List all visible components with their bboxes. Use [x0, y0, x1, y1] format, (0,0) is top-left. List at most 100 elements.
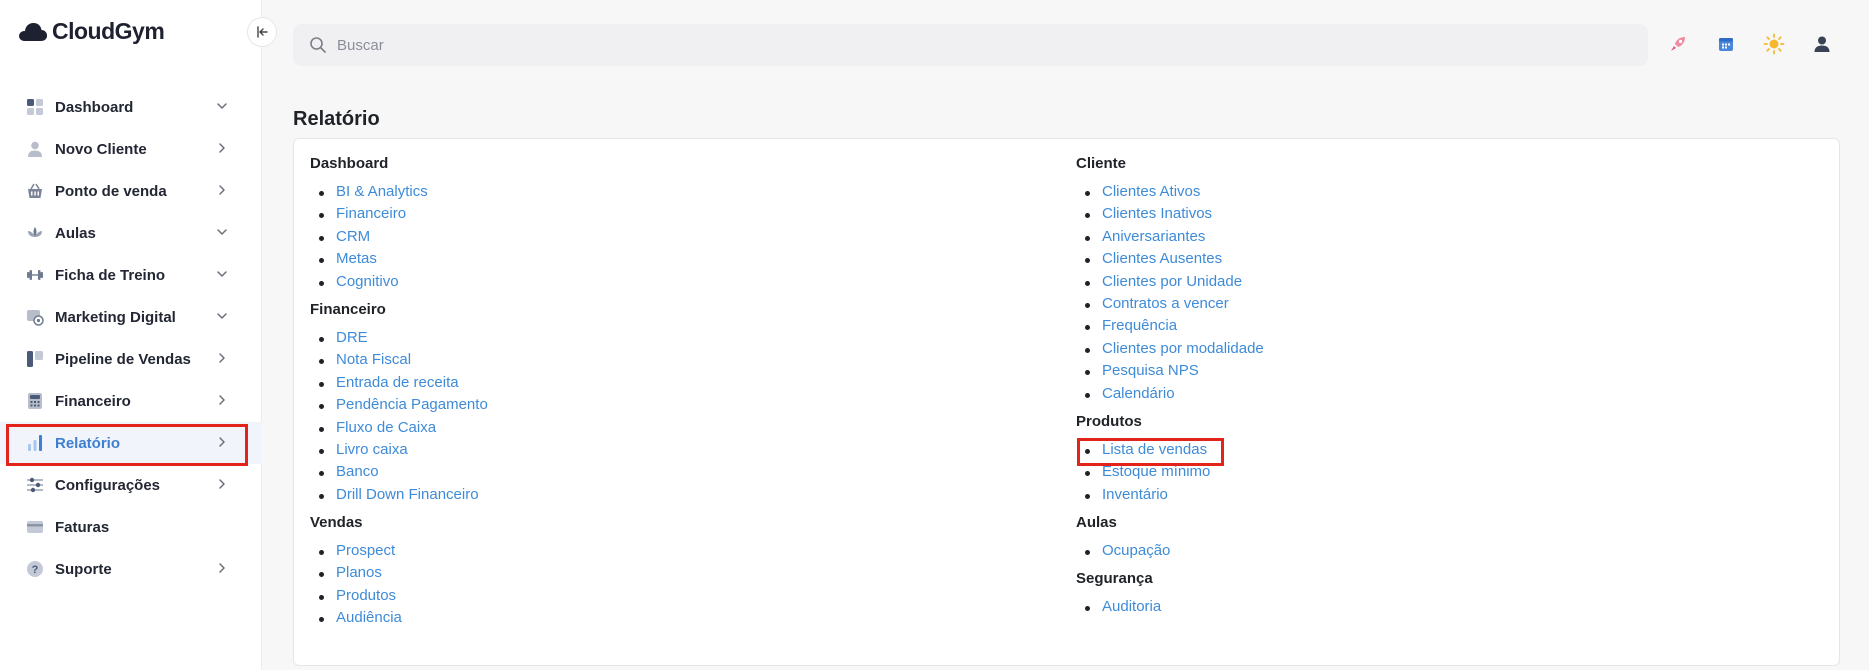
report-link[interactable]: Clientes por Unidade — [1102, 273, 1242, 290]
chevron-right-icon[interactable] — [214, 560, 230, 576]
report-link-list: Lista de vendas Estoque mínimo Inventário — [1076, 439, 1264, 506]
sliders-icon — [26, 476, 44, 494]
report-link[interactable]: Frequência — [1102, 317, 1177, 334]
report-link[interactable]: Ocupação — [1102, 542, 1170, 559]
report-link[interactable]: Prospect — [336, 542, 395, 559]
report-link[interactable]: Produtos — [336, 587, 396, 604]
section-title: Financeiro — [310, 300, 386, 318]
sun-icon[interactable] — [1762, 32, 1786, 56]
report-link[interactable]: Financeiro — [336, 205, 406, 222]
chevron-right-icon[interactable] — [214, 476, 230, 492]
svg-text:?: ? — [32, 564, 39, 576]
collapse-arrow-icon — [257, 26, 268, 38]
list-item: Cognitivo — [310, 271, 488, 293]
report-link[interactable]: Cognitivo — [336, 273, 399, 290]
report-link[interactable]: Metas — [336, 250, 377, 267]
sidebar-item-relatorio[interactable]: Relatório — [0, 422, 262, 464]
report-link-list: Ocupação — [1076, 540, 1264, 562]
chevron-right-icon[interactable] — [214, 392, 230, 408]
report-link[interactable]: Pendência Pagamento — [336, 396, 488, 413]
sidebar-item-marketing-digital[interactable]: Marketing Digital — [0, 296, 262, 338]
report-link[interactable]: Clientes Ativos — [1102, 183, 1200, 200]
collapse-sidebar-button[interactable] — [247, 17, 277, 47]
report-link[interactable]: Clientes Inativos — [1102, 205, 1212, 222]
sidebar-item-faturas[interactable]: Faturas — [0, 506, 262, 548]
report-link[interactable]: Pesquisa NPS — [1102, 362, 1199, 379]
basket-icon — [26, 182, 44, 200]
chevron-right-icon[interactable] — [214, 434, 230, 450]
list-item: Planos — [310, 562, 488, 584]
rocket-icon[interactable] — [1666, 32, 1690, 56]
chevron-down-icon[interactable] — [214, 224, 230, 240]
app-logo[interactable]: CloudGym — [18, 18, 165, 45]
report-link[interactable]: Livro caixa — [336, 441, 408, 458]
report-link[interactable]: Fluxo de Caixa — [336, 419, 436, 436]
report-link[interactable]: Audiência — [336, 609, 402, 626]
report-section: Cliente Clientes Ativos Clientes Inativos A… — [1076, 153, 1264, 405]
credit-card-icon — [26, 518, 44, 536]
sidebar-item-pipeline-de-vendas[interactable]: Pipeline de Vendas — [0, 338, 262, 380]
chevron-down-icon[interactable] — [214, 98, 230, 114]
report-link[interactable]: Entrada de receita — [336, 374, 459, 391]
list-item: Banco — [310, 461, 488, 483]
account-icon[interactable] — [1810, 32, 1834, 56]
report-link[interactable]: Lista de vendas — [1102, 441, 1207, 458]
section-title: Vendas — [310, 514, 363, 532]
chevron-down-icon[interactable] — [214, 308, 230, 324]
sidebar-item-label: Faturas — [55, 518, 110, 536]
calculator-icon — [26, 392, 44, 410]
report-link[interactable]: Calendário — [1102, 385, 1175, 402]
report-link[interactable]: Estoque mínimo — [1102, 463, 1210, 480]
report-link[interactable]: Drill Down Financeiro — [336, 486, 479, 503]
report-link[interactable]: CRM — [336, 228, 370, 245]
section-title: Cliente — [1076, 155, 1127, 172]
sidebar-item-suporte[interactable]: ? Suporte — [0, 548, 262, 590]
report-link[interactable]: Inventário — [1102, 486, 1168, 503]
report-link[interactable]: Planos — [336, 564, 382, 581]
report-column-left: Dashboard BI & Analytics Financeiro CRM Meta… — [310, 153, 488, 636]
search-input[interactable] — [337, 36, 1337, 54]
chevron-down-icon[interactable] — [214, 266, 230, 282]
list-item: Lista de vendas — [1076, 439, 1264, 461]
sidebar-item-dashboard[interactable]: Dashboard — [0, 86, 262, 128]
list-item: Calendário — [1076, 383, 1264, 405]
report-link[interactable]: Nota Fiscal — [336, 351, 411, 368]
list-item: Audiência — [310, 607, 488, 629]
report-link[interactable]: Clientes Ausentes — [1102, 250, 1222, 267]
chevron-right-icon[interactable] — [214, 140, 230, 156]
sidebar-item-ficha-de-treino[interactable]: Ficha de Treino — [0, 254, 262, 296]
sidebar-item-financeiro[interactable]: Financeiro — [0, 380, 262, 422]
report-link[interactable]: Auditoria — [1102, 598, 1161, 615]
report-link[interactable]: Contratos a vencer — [1102, 295, 1229, 312]
list-item: Frequência — [1076, 315, 1264, 337]
cloud-icon — [19, 22, 48, 41]
report-link-list: BI & Analytics Financeiro CRM Metas Cognitiv… — [310, 181, 488, 293]
report-link[interactable]: BI & Analytics — [336, 183, 428, 200]
sidebar-item-novo-cliente[interactable]: Novo Cliente — [0, 128, 262, 170]
pipeline-icon — [26, 350, 44, 368]
sidebar-item-aulas[interactable]: Aulas — [0, 212, 262, 254]
report-section: Aulas Ocupação — [1076, 512, 1264, 562]
sidebar-item-label: Financeiro — [55, 392, 131, 410]
sidebar-item-configuracoes[interactable]: Configurações — [0, 464, 262, 506]
list-item: Clientes Inativos — [1076, 203, 1264, 225]
chevron-right-icon[interactable] — [214, 350, 230, 366]
report-section: Dashboard BI & Analytics Financeiro CRM Meta… — [310, 153, 488, 293]
calendar-icon[interactable] — [1714, 32, 1738, 56]
report-link[interactable]: DRE — [336, 329, 368, 346]
search-bar[interactable] — [293, 24, 1648, 66]
list-item: Clientes por modalidade — [1076, 338, 1264, 360]
sidebar-nav: Dashboard Novo Cliente Ponto de venda Aulas… — [0, 86, 262, 590]
list-item: Fluxo de Caixa — [310, 417, 488, 439]
sidebar-item-label: Novo Cliente — [55, 140, 147, 158]
report-link[interactable]: Clientes por modalidade — [1102, 340, 1264, 357]
list-item: Livro caixa — [310, 439, 488, 461]
bar-chart-icon — [26, 434, 44, 452]
report-link[interactable]: Banco — [336, 463, 379, 480]
app-name: CloudGym — [52, 18, 165, 44]
sidebar-item-ponto-de-venda[interactable]: Ponto de venda — [0, 170, 262, 212]
chevron-right-icon[interactable] — [214, 182, 230, 198]
sidebar-item-label: Aulas — [55, 224, 96, 242]
list-item: Pesquisa NPS — [1076, 360, 1264, 382]
report-link[interactable]: Aniversariantes — [1102, 228, 1205, 245]
